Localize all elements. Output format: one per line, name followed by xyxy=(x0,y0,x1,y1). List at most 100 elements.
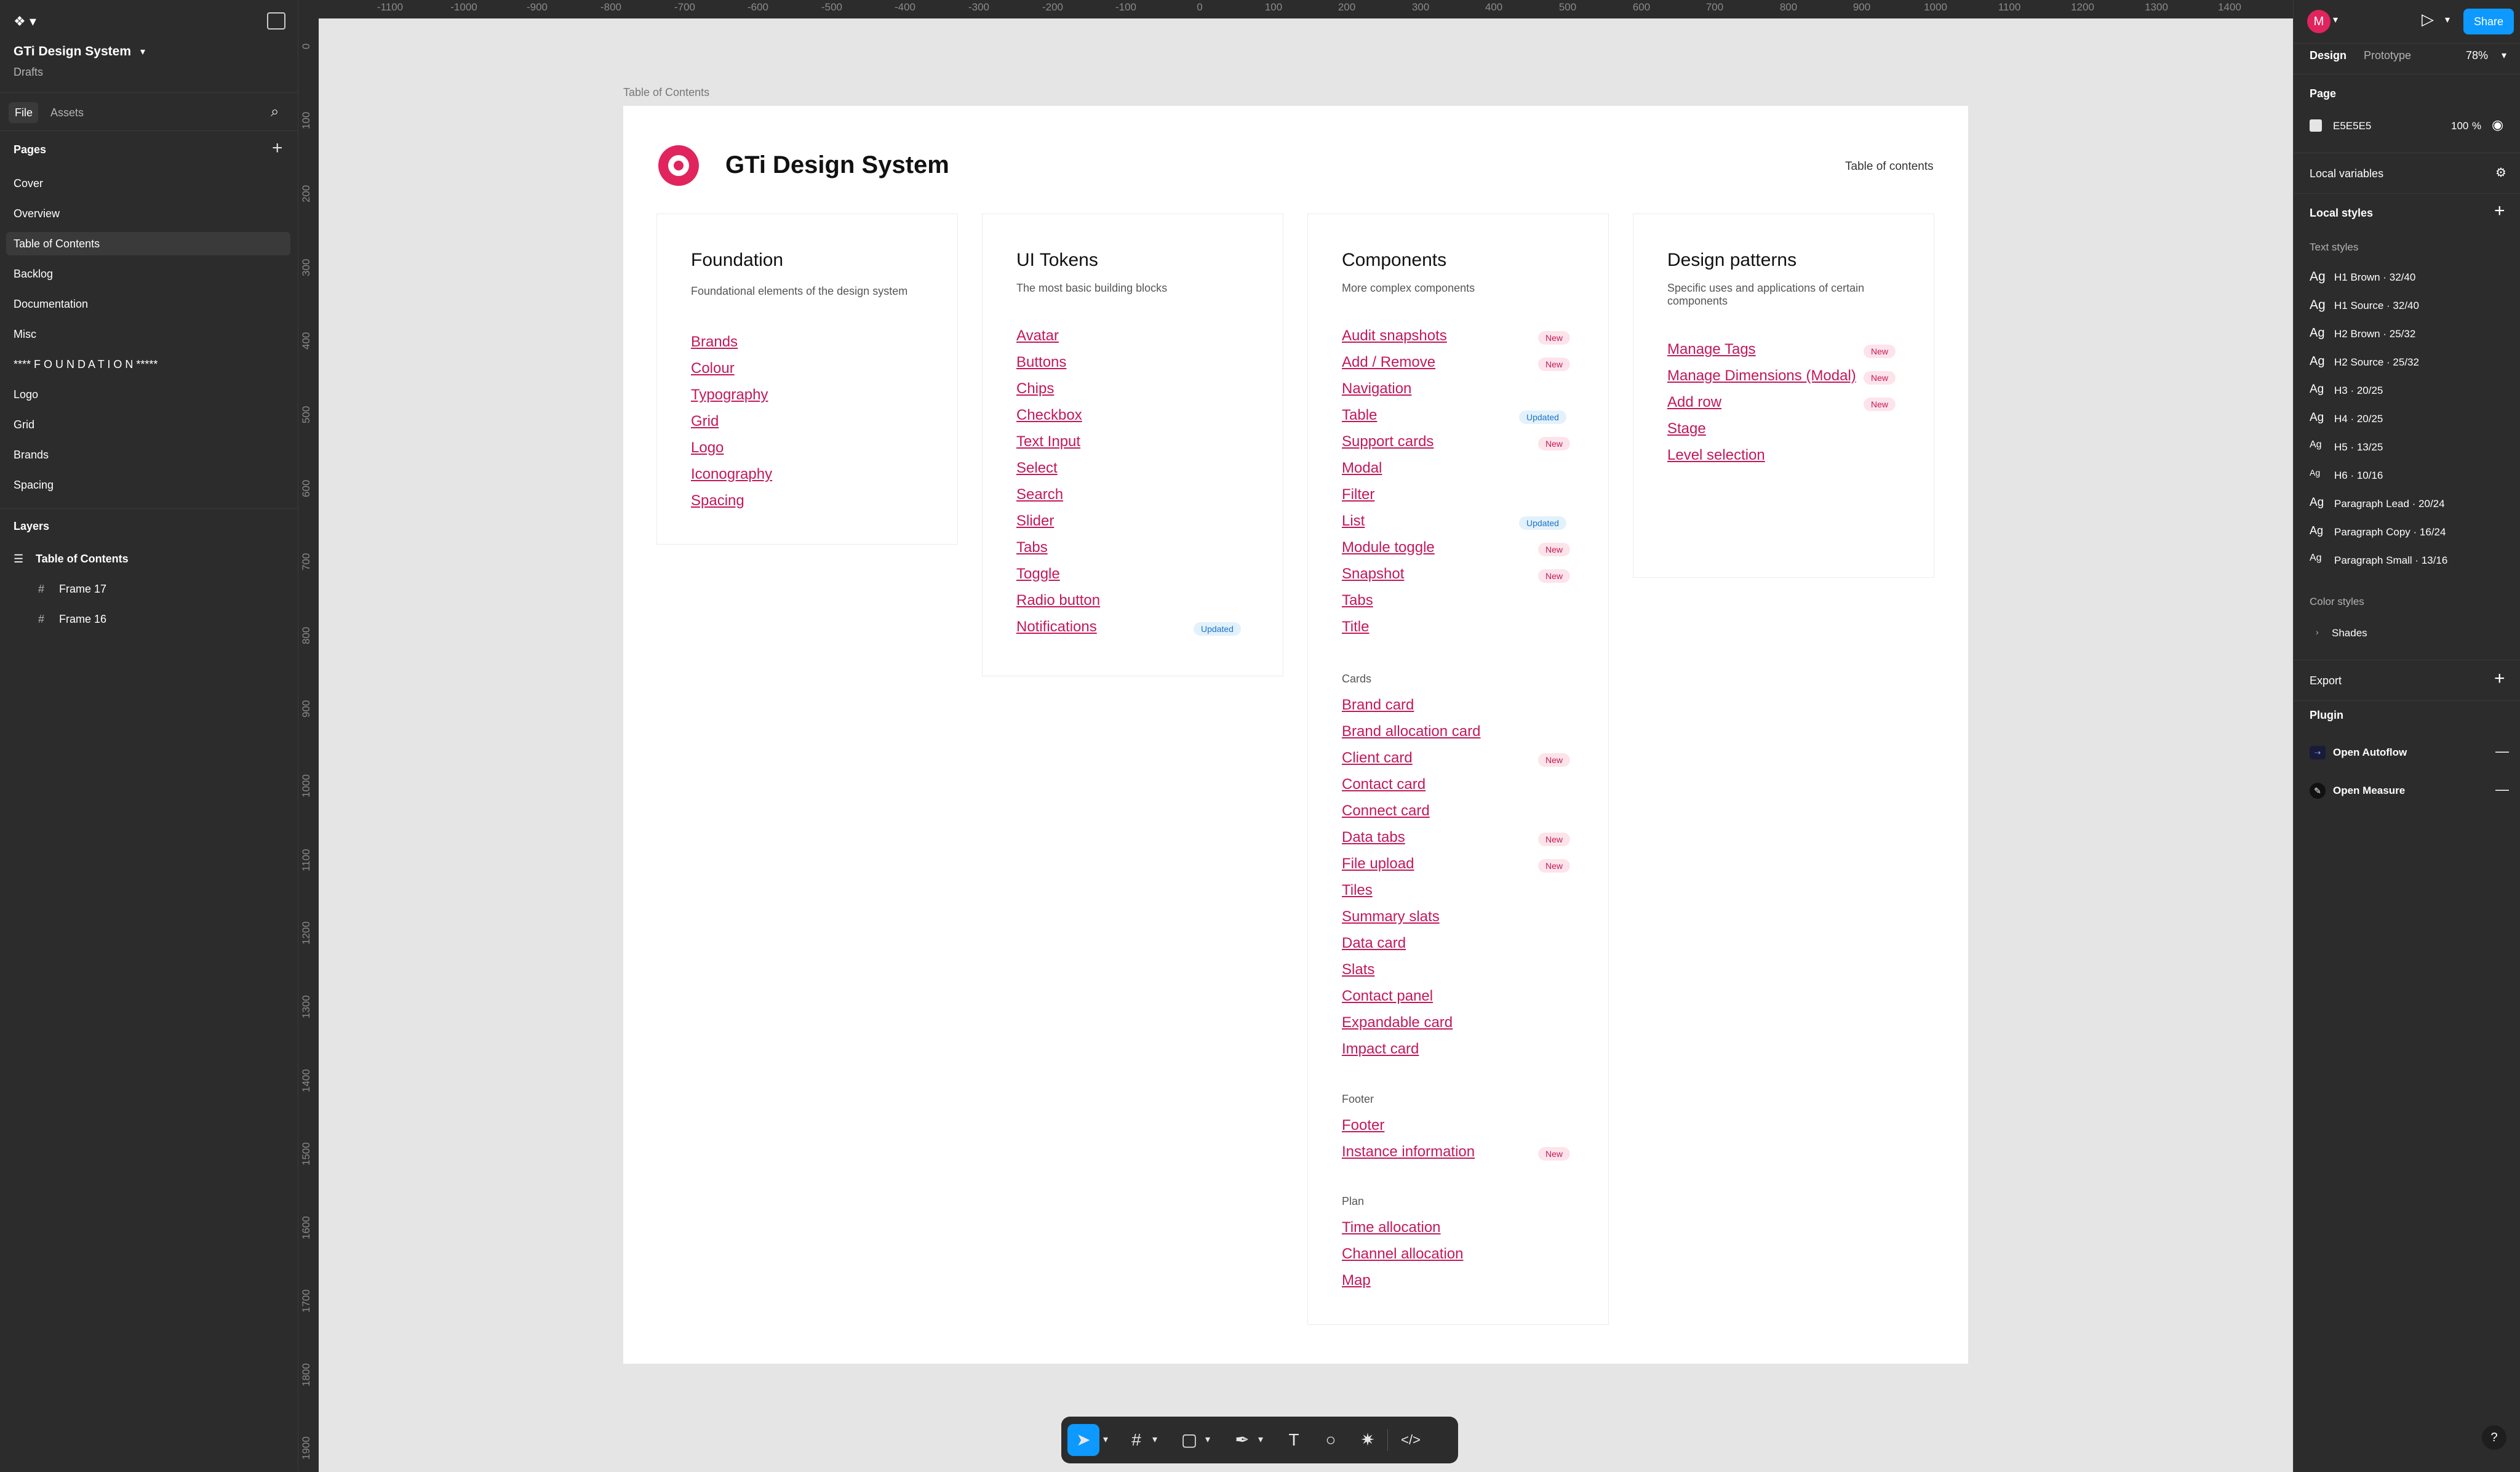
share-button[interactable]: Share xyxy=(2463,9,2514,34)
text-style-item[interactable]: H1 Brown · 32/40 xyxy=(2334,271,2415,284)
toc-link[interactable]: Navigation xyxy=(1342,380,1411,398)
toc-link[interactable]: Tiles xyxy=(1342,882,1373,899)
chevron-down-icon[interactable]: ▾ xyxy=(2502,49,2506,62)
chevron-down-icon[interactable]: ▾ xyxy=(1254,1429,1267,1451)
search-icon[interactable]: ⌕ xyxy=(271,103,279,121)
toc-frame[interactable]: GTi Design System Table of contents Foun… xyxy=(623,106,1968,1364)
chevron-down-icon[interactable]: ▾ xyxy=(1149,1429,1161,1451)
minus-icon[interactable]: — xyxy=(2495,782,2509,798)
toc-link[interactable]: Support cards xyxy=(1342,433,1433,450)
comment-tool-icon[interactable]: ○ xyxy=(1320,1429,1342,1451)
toc-link[interactable]: Impact card xyxy=(1342,1041,1419,1058)
frame-tool-icon[interactable]: # xyxy=(1125,1429,1147,1451)
chevron-right-icon[interactable]: › xyxy=(2316,627,2319,637)
toc-link[interactable]: Notifications xyxy=(1016,618,1097,636)
toc-link[interactable]: Chips xyxy=(1016,380,1054,398)
chevron-down-icon[interactable]: ▾ xyxy=(1202,1429,1214,1451)
add-style-icon[interactable]: + xyxy=(2494,201,2505,222)
chevron-down-icon[interactable]: ▾ xyxy=(140,46,145,58)
page-item[interactable]: Grid xyxy=(14,418,34,431)
toc-link[interactable]: Grid xyxy=(691,413,719,430)
toc-link[interactable]: Footer xyxy=(1342,1117,1384,1134)
text-style-item[interactable]: H2 Brown · 25/32 xyxy=(2334,328,2415,340)
page-item[interactable]: Cover xyxy=(14,177,43,190)
page-item[interactable]: **** F O U N D A T I O N ***** xyxy=(14,358,158,371)
toc-link[interactable]: Radio button xyxy=(1016,592,1100,609)
color-group-shades[interactable]: Shades xyxy=(2332,627,2367,639)
toc-link[interactable]: Text Input xyxy=(1016,433,1080,450)
layer-item[interactable]: Frame 17 xyxy=(59,583,106,596)
toc-link[interactable]: Modal xyxy=(1342,460,1382,477)
toc-link[interactable]: Module toggle xyxy=(1342,539,1435,556)
file-title[interactable]: GTi Design System xyxy=(14,44,131,59)
local-variables[interactable]: Local variables xyxy=(2310,167,2383,180)
text-style-item[interactable]: Paragraph Small · 13/16 xyxy=(2334,554,2447,567)
toc-link[interactable]: Map xyxy=(1342,1272,1371,1289)
file-subtitle[interactable]: Drafts xyxy=(14,66,43,79)
page-item[interactable]: Documentation xyxy=(14,298,88,311)
chevron-down-icon[interactable]: ▾ xyxy=(2445,14,2450,26)
variables-icon[interactable]: ⚙ xyxy=(2495,165,2506,180)
text-style-item[interactable]: H6 · 10/16 xyxy=(2334,470,2383,482)
tab-design[interactable]: Design xyxy=(2310,49,2347,62)
toc-link[interactable]: Typography xyxy=(691,386,768,404)
toc-link[interactable]: Slider xyxy=(1016,513,1054,530)
help-button[interactable]: ? xyxy=(2482,1425,2506,1450)
toc-link[interactable]: Snapshot xyxy=(1342,566,1404,583)
toc-link[interactable]: Manage Tags xyxy=(1667,341,1756,358)
layer-root[interactable]: Table of Contents xyxy=(36,553,129,566)
toc-link[interactable]: Contact panel xyxy=(1342,988,1433,1005)
toc-link[interactable]: Filter xyxy=(1342,486,1374,503)
toc-link[interactable]: Iconography xyxy=(691,466,772,483)
toc-link[interactable]: Add / Remove xyxy=(1342,354,1435,371)
toc-link[interactable]: Client card xyxy=(1342,750,1413,767)
toc-link[interactable]: Stage xyxy=(1667,420,1706,438)
rectangle-tool-icon[interactable]: ▢ xyxy=(1178,1429,1200,1451)
toc-link[interactable]: Select xyxy=(1016,460,1058,477)
canvas[interactable]: Table of Contents GTi Design System Tabl… xyxy=(319,18,2293,1472)
toc-link[interactable]: Brand allocation card xyxy=(1342,723,1480,740)
toc-link[interactable]: Data card xyxy=(1342,935,1406,952)
frame-label[interactable]: Table of Contents xyxy=(623,86,709,99)
page-item[interactable]: Brands xyxy=(14,449,49,462)
tab-prototype[interactable]: Prototype xyxy=(2364,49,2411,62)
toc-link[interactable]: Level selection xyxy=(1667,447,1765,464)
toc-link[interactable]: Audit snapshots xyxy=(1342,327,1447,345)
bg-opacity[interactable]: 100 xyxy=(2451,120,2468,132)
toc-link[interactable]: Checkbox xyxy=(1016,407,1082,424)
chevron-down-icon[interactable]: ▾ xyxy=(1099,1429,1112,1451)
toc-link[interactable]: Search xyxy=(1016,486,1063,503)
eye-icon[interactable]: ◉ xyxy=(2492,117,2503,133)
toc-link[interactable]: Slats xyxy=(1342,961,1374,978)
actions-tool-icon[interactable]: ✷ xyxy=(1357,1429,1379,1451)
toc-link[interactable]: Spacing xyxy=(691,492,744,510)
avatar[interactable]: M xyxy=(2307,10,2331,33)
minus-icon[interactable]: — xyxy=(2495,743,2509,759)
toc-link[interactable]: Avatar xyxy=(1016,327,1059,345)
toc-link[interactable]: Brands xyxy=(691,334,738,351)
page-item[interactable]: Overview xyxy=(14,207,60,220)
tab-assets[interactable]: Assets xyxy=(50,106,84,119)
sidebar-toggle-icon[interactable] xyxy=(267,12,285,30)
layer-item[interactable]: Frame 16 xyxy=(59,613,106,626)
toc-link[interactable]: Table xyxy=(1342,407,1377,424)
text-style-item[interactable]: Paragraph Copy · 16/24 xyxy=(2334,526,2446,538)
toc-link[interactable]: Buttons xyxy=(1016,354,1066,371)
text-style-item[interactable]: Paragraph Lead · 20/24 xyxy=(2334,498,2445,510)
page-item[interactable]: Logo xyxy=(14,388,38,401)
text-style-item[interactable]: H3 · 20/25 xyxy=(2334,385,2383,397)
toc-link[interactable]: Brand card xyxy=(1342,697,1414,714)
toc-link[interactable]: Add row xyxy=(1667,394,1721,411)
text-style-item[interactable]: H5 · 13/25 xyxy=(2334,441,2383,454)
pen-tool-icon[interactable]: ✒ xyxy=(1231,1429,1253,1451)
toc-link[interactable]: File upload xyxy=(1342,855,1414,873)
toc-link[interactable]: Time allocation xyxy=(1342,1219,1441,1236)
page-item[interactable]: Backlog xyxy=(14,268,53,281)
play-icon[interactable]: ▷ xyxy=(2422,10,2434,29)
toc-link[interactable]: Data tabs xyxy=(1342,829,1405,846)
color-swatch[interactable] xyxy=(2310,119,2322,132)
toc-link[interactable]: Colour xyxy=(691,360,735,377)
toc-link[interactable]: Logo xyxy=(691,439,724,457)
add-page-icon[interactable]: + xyxy=(272,138,283,159)
chevron-down-icon[interactable]: ▾ xyxy=(2333,14,2338,26)
